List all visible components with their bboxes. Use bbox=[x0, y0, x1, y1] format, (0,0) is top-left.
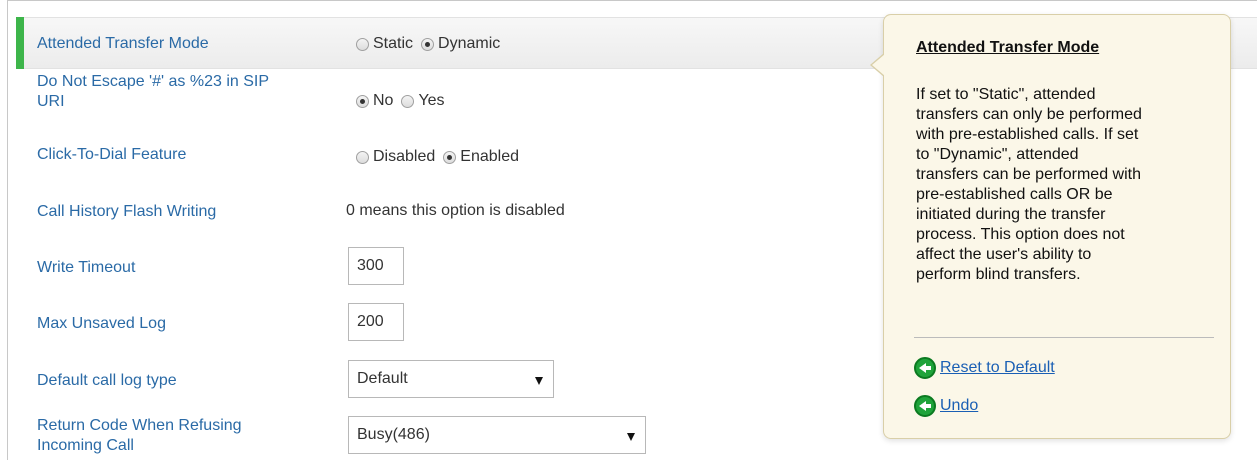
tooltip-divider bbox=[914, 337, 1214, 338]
default-call-log-type-value: Default bbox=[357, 370, 408, 387]
label-attended-transfer-mode: Attended Transfer Mode bbox=[37, 35, 209, 52]
return-code-value: Busy(486) bbox=[357, 426, 430, 443]
tooltip-body-line: with pre-established calls. If set bbox=[916, 126, 1139, 143]
tooltip-body-line: to "Dynamic", attended bbox=[916, 146, 1079, 163]
dropdown-arrow-icon bbox=[627, 433, 635, 441]
tooltip-body-line: transfers can be performed with bbox=[916, 166, 1141, 183]
tooltip-body-line: affect the user's ability to bbox=[916, 246, 1092, 263]
label-max-unsaved-log: Max Unsaved Log bbox=[37, 315, 166, 332]
active-row-marker bbox=[16, 17, 24, 69]
tooltip-body-line: pre-established calls OR be bbox=[916, 186, 1113, 203]
radio-yes-label[interactable]: Yes bbox=[418, 92, 444, 110]
radio-enabled[interactable] bbox=[443, 150, 457, 164]
label-do-not-escape-line1: Do Not Escape '#' as %23 in SIP bbox=[37, 73, 270, 90]
radio-no[interactable] bbox=[356, 94, 369, 108]
label-write-timeout: Write Timeout bbox=[37, 259, 136, 276]
radio-static[interactable] bbox=[356, 37, 369, 51]
label-do-not-escape-line2: URI bbox=[37, 93, 65, 110]
undo-label[interactable]: Undo bbox=[940, 397, 978, 415]
reset-to-default-link[interactable]: Reset to Default bbox=[914, 357, 1055, 379]
radio-disabled-label[interactable]: Disabled bbox=[373, 148, 435, 166]
call-history-flash-note: 0 means this option is disabled bbox=[346, 202, 565, 219]
default-call-log-type-select[interactable]: Default bbox=[348, 360, 554, 398]
tooltip-body-line: transfers can only be performed bbox=[916, 106, 1142, 123]
radio-no-label[interactable]: No bbox=[373, 92, 393, 110]
reset-to-default-label[interactable]: Reset to Default bbox=[940, 359, 1055, 377]
label-call-history-flash-writing: Call History Flash Writing bbox=[37, 203, 217, 220]
tooltip-body-line: initiated during the transfer bbox=[916, 206, 1106, 223]
return-code-select[interactable]: Busy(486) bbox=[348, 416, 646, 454]
tooltip-body-line: If set to "Static", attended bbox=[916, 86, 1096, 103]
tooltip-body: If set to "Static", attended transfers c… bbox=[916, 85, 1216, 285]
reset-back-arrow-icon[interactable] bbox=[914, 357, 936, 379]
radio-dynamic[interactable] bbox=[421, 37, 435, 51]
attended-transfer-mode-radio-group: Static Dynamic bbox=[356, 35, 504, 53]
label-click-to-dial: Click-To-Dial Feature bbox=[37, 146, 187, 163]
label-do-not-escape: Do Not Escape '#' as %23 in SIP URI bbox=[37, 72, 269, 112]
radio-enabled-label[interactable]: Enabled bbox=[460, 148, 519, 166]
undo-back-arrow-icon[interactable] bbox=[914, 395, 936, 417]
radio-disabled[interactable] bbox=[356, 150, 369, 164]
max-unsaved-log-input[interactable]: 200 bbox=[348, 303, 404, 341]
write-timeout-input[interactable]: 300 bbox=[348, 247, 404, 285]
tooltip-body-line: perform blind transfers. bbox=[916, 266, 1081, 283]
radio-static-label[interactable]: Static bbox=[373, 35, 413, 53]
tooltip-title: Attended Transfer Mode bbox=[916, 39, 1100, 56]
label-return-code-line2: Incoming Call bbox=[37, 437, 134, 454]
dropdown-arrow-icon bbox=[535, 377, 543, 385]
radio-dynamic-label[interactable]: Dynamic bbox=[438, 35, 500, 53]
label-return-code: Return Code When Refusing Incoming Call bbox=[37, 416, 242, 456]
do-not-escape-radio-group: No Yes bbox=[356, 92, 449, 110]
label-return-code-line1: Return Code When Refusing bbox=[37, 417, 242, 434]
undo-link[interactable]: Undo bbox=[914, 395, 978, 417]
radio-yes[interactable] bbox=[401, 94, 415, 108]
click-to-dial-radio-group: Disabled Enabled bbox=[356, 148, 523, 166]
label-default-call-log-type: Default call log type bbox=[37, 372, 177, 389]
help-tooltip: Attended Transfer Mode If set to "Static… bbox=[870, 14, 1231, 439]
tooltip-body-line: process. This option does not bbox=[916, 226, 1125, 243]
